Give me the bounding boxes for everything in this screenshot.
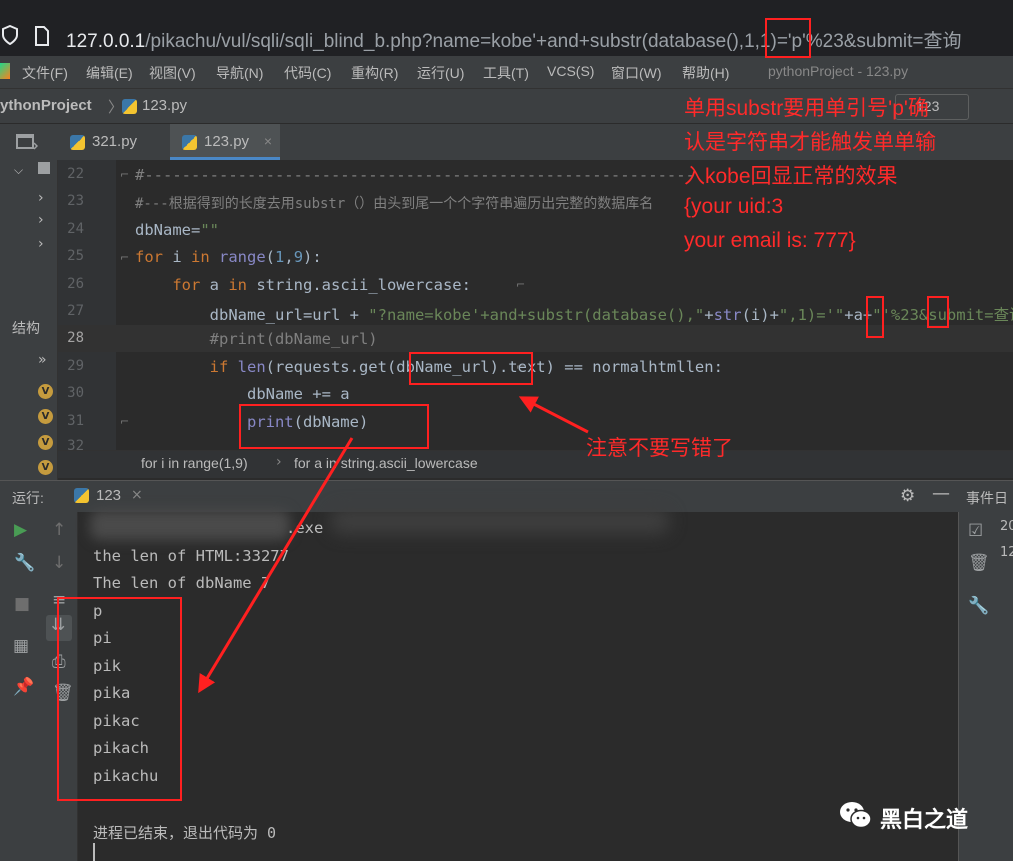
arrow-to-output (198, 437, 354, 694)
arrow-to-dbname (518, 396, 589, 434)
annotation-note-line: 单用substr要用单引号'p'确 (684, 97, 929, 120)
annotation-note-line: 认是字符串才能触发单单输 (684, 131, 936, 154)
annotation-note-dont-mistype: 注意不要写错了 (586, 437, 733, 460)
annotation-note-line: your email is: 777} (684, 229, 856, 252)
annotation-note-line: 入kobe回显正常的效果 (684, 165, 898, 188)
watermark-text: 黑白之道 (880, 807, 969, 832)
wechat-icon (840, 802, 872, 829)
annotation-note-line: {your uid:3 (684, 195, 784, 218)
